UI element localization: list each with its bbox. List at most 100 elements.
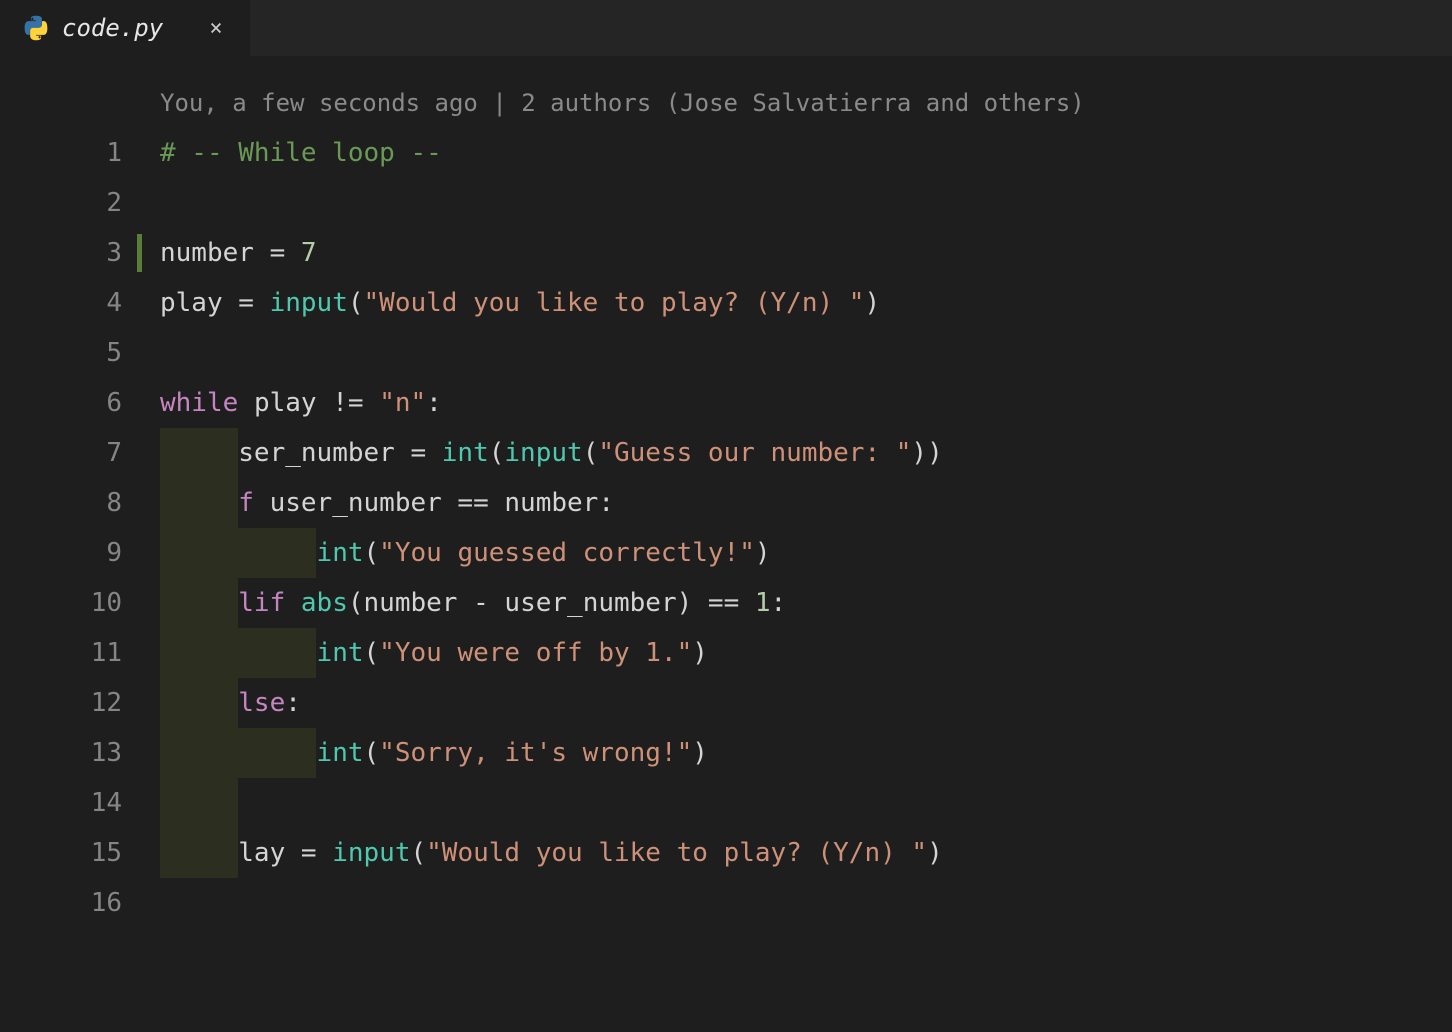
gutter: 1 2 3 4 5 6 7 8 9 10 11 12 13 14 15 16 bbox=[0, 56, 160, 1032]
code-token: # -- While loop -- bbox=[160, 138, 442, 168]
line-number: 7 bbox=[0, 428, 160, 478]
code-line[interactable]: while play != "n": bbox=[160, 378, 1452, 428]
code-token: "You guessed correctly!" bbox=[379, 538, 755, 568]
code-token: ( bbox=[489, 438, 505, 468]
code-token: ) bbox=[864, 288, 880, 318]
code-token: "Guess our number: " bbox=[598, 438, 911, 468]
code-token: = bbox=[395, 438, 442, 468]
code-token: = bbox=[254, 238, 301, 268]
diff-marker bbox=[238, 528, 316, 578]
code-token: : bbox=[426, 388, 442, 418]
tab-bar: code.py × bbox=[0, 0, 1452, 56]
code-token: : bbox=[598, 488, 614, 518]
diff-marker bbox=[160, 728, 238, 778]
code-token: play bbox=[160, 288, 223, 318]
code-line[interactable]: if user_number == number: bbox=[160, 478, 1452, 528]
code-line[interactable]: number = 7 bbox=[160, 228, 1452, 278]
python-icon bbox=[22, 14, 50, 42]
code-line[interactable] bbox=[160, 778, 1452, 828]
code-token: while bbox=[160, 388, 238, 418]
close-icon[interactable]: × bbox=[204, 16, 228, 41]
code-token: int bbox=[442, 438, 489, 468]
code-token: ( bbox=[348, 288, 364, 318]
code-line[interactable]: play = input("Would you like to play? (Y… bbox=[160, 278, 1452, 328]
code-token: number bbox=[504, 488, 598, 518]
code-token: user_number bbox=[504, 588, 676, 618]
editor[interactable]: 1 2 3 4 5 6 7 8 9 10 11 12 13 14 15 16 Y… bbox=[0, 56, 1452, 1032]
code-token: ) bbox=[692, 738, 708, 768]
tab-code-py[interactable]: code.py × bbox=[0, 0, 250, 56]
line-number: 16 bbox=[0, 878, 160, 928]
code-line[interactable]: user_number = int(input("Guess our numbe… bbox=[160, 428, 1452, 478]
diff-marker bbox=[160, 778, 238, 828]
code-token: "Would you like to play? (Y/n) " bbox=[426, 838, 927, 868]
line-number: 2 bbox=[0, 178, 160, 228]
code-token: ( bbox=[348, 588, 364, 618]
code-token: ) bbox=[692, 638, 708, 668]
code-line[interactable]: print("Sorry, it's wrong!") bbox=[160, 728, 1452, 778]
line-number: 10 bbox=[0, 578, 160, 628]
code-token: = bbox=[285, 838, 332, 868]
line-number: 4 bbox=[0, 278, 160, 328]
code-token: ( bbox=[411, 838, 427, 868]
code-line[interactable]: elif abs(number - user_number) == 1: bbox=[160, 578, 1452, 628]
code-line[interactable]: play = input("Would you like to play? (Y… bbox=[160, 828, 1452, 878]
diff-marker bbox=[160, 428, 238, 478]
code-token: ) bbox=[677, 588, 693, 618]
diff-marker bbox=[160, 578, 238, 628]
diff-marker bbox=[160, 828, 238, 878]
code-token: : bbox=[285, 688, 301, 718]
code-token: play bbox=[254, 388, 317, 418]
code-token bbox=[285, 588, 301, 618]
code-token: abs bbox=[301, 588, 348, 618]
diff-marker bbox=[238, 728, 316, 778]
code-area[interactable]: You, a few seconds ago | 2 authors (Jose… bbox=[160, 56, 1452, 1032]
code-token: number bbox=[364, 588, 458, 618]
code-token: )) bbox=[911, 438, 942, 468]
code-token: ( bbox=[364, 738, 380, 768]
code-token: == bbox=[692, 588, 755, 618]
line-number: 11 bbox=[0, 628, 160, 678]
code-line[interactable] bbox=[160, 178, 1452, 228]
tab-filename: code.py bbox=[62, 14, 192, 42]
line-number: 13 bbox=[0, 728, 160, 778]
code-token bbox=[238, 388, 254, 418]
code-token: ) bbox=[927, 838, 943, 868]
line-number: 8 bbox=[0, 478, 160, 528]
code-line[interactable]: else: bbox=[160, 678, 1452, 728]
code-token: ( bbox=[364, 538, 380, 568]
code-token bbox=[254, 488, 270, 518]
diff-marker bbox=[160, 528, 238, 578]
code-token: - bbox=[457, 588, 504, 618]
code-token: "n" bbox=[379, 388, 426, 418]
code-token: ) bbox=[755, 538, 771, 568]
code-token: number bbox=[160, 238, 254, 268]
line-number: 12 bbox=[0, 678, 160, 728]
code-token: == bbox=[442, 488, 505, 518]
code-line[interactable] bbox=[160, 878, 1452, 928]
code-token: ( bbox=[583, 438, 599, 468]
line-number: 9 bbox=[0, 528, 160, 578]
code-token: user_number bbox=[223, 438, 395, 468]
code-token: "You were off by 1." bbox=[379, 638, 692, 668]
line-number: 14 bbox=[0, 778, 160, 828]
code-token: "Sorry, it's wrong!" bbox=[379, 738, 692, 768]
code-token: input bbox=[270, 288, 348, 318]
line-number: 15 bbox=[0, 828, 160, 878]
line-number: 6 bbox=[0, 378, 160, 428]
code-line[interactable]: # -- While loop -- bbox=[160, 128, 1452, 178]
diff-marker bbox=[160, 678, 238, 728]
code-token: : bbox=[771, 588, 787, 618]
code-token: input bbox=[332, 838, 410, 868]
diff-marker bbox=[160, 628, 238, 678]
code-line[interactable]: print("You guessed correctly!") bbox=[160, 528, 1452, 578]
code-token: "Would you like to play? (Y/n) " bbox=[364, 288, 865, 318]
line-number: 5 bbox=[0, 328, 160, 378]
code-line[interactable]: print("You were off by 1.") bbox=[160, 628, 1452, 678]
line-number: 1 bbox=[0, 128, 160, 178]
diff-marker bbox=[238, 628, 316, 678]
gitlens-annotation[interactable]: You, a few seconds ago | 2 authors (Jose… bbox=[160, 78, 1452, 128]
code-token: input bbox=[504, 438, 582, 468]
code-token: ( bbox=[364, 638, 380, 668]
code-line[interactable] bbox=[160, 328, 1452, 378]
